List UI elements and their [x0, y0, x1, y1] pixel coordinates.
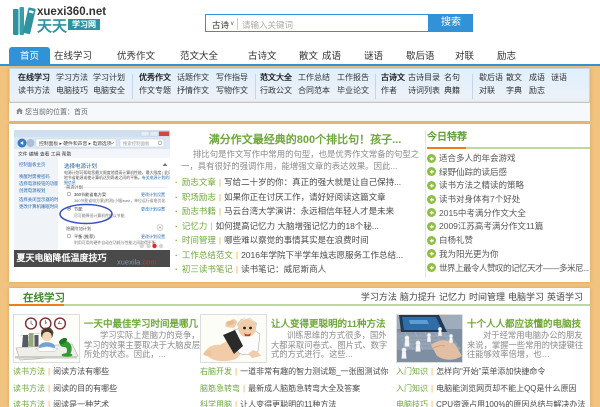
svg-text:更改计划设置: 更改计划设置 — [141, 233, 165, 239]
svg-text:搜索控制面板: 搜索控制面板 — [123, 140, 150, 147]
svg-text:节能: 节能 — [74, 206, 83, 213]
svg-text:首选计划: 首选计划 — [66, 184, 83, 191]
svg-text:更改计算机睡眠时间: 更改计算机睡眠时间 — [19, 203, 59, 210]
svg-text:尽可能降低计算机性能以节能.: 尽可能降低计算机性能以节能. — [74, 213, 126, 218]
svg-text:更改计划设置: 更改计划设置 — [141, 206, 165, 212]
svg-text:夏天电脑降低温度技巧: 夏天电脑降低温度技巧 — [16, 252, 107, 263]
svg-text:360节能省电方案(附测)小幅least，单位运行省电优化.: 360节能省电方案(附测)小幅least，单位运行省电优化. — [74, 198, 166, 203]
svg-text:创建电源规划: 创建电源规划 — [19, 187, 45, 194]
svg-text:更改计划设置: 更改计划设置 — [141, 191, 165, 197]
svg-text:利用可用的硬件自动在功耗与性能之间取得平衡.: 利用可用的硬件自动在功耗与性能之间取得平衡. — [74, 240, 157, 245]
svg-text:地节省能源或使计算机达到两者之间的平衡。有关电源计划的详: 地节省能源或使计算机达到两者之间的平衡。有关电源计划的详 — [64, 175, 170, 180]
svg-text:xuexila.com: xuexila.com — [117, 258, 157, 267]
svg-text:选择电源计划: 选择电源计划 — [64, 162, 97, 170]
svg-text:唤醒时需要密码: 唤醒时需要密码 — [19, 173, 50, 180]
svg-text:隐藏附加计划: 隐藏附加计划 — [66, 225, 91, 232]
svg-text:选择关闭显示器的时间: 选择关闭显示器的时间 — [19, 196, 63, 203]
svg-text:选择电源按钮的功能: 选择电源按钮的功能 — [19, 180, 59, 187]
svg-text:360节能省电方案: 360节能省电方案 — [74, 191, 107, 198]
svg-text:控制面板 ▸ 硬件和声音 ▸ 电源选项: 控制面板 ▸ 硬件和声音 ▸ 电源选项 — [39, 140, 112, 147]
svg-text:控制面板主页: 控制面板主页 — [19, 161, 46, 168]
svg-text:平衡 (推荐): 平衡 (推荐) — [74, 233, 95, 240]
svg-text:文件 编辑 查看 工具 帮助: 文件 编辑 查看 工具 帮助 — [18, 151, 72, 158]
